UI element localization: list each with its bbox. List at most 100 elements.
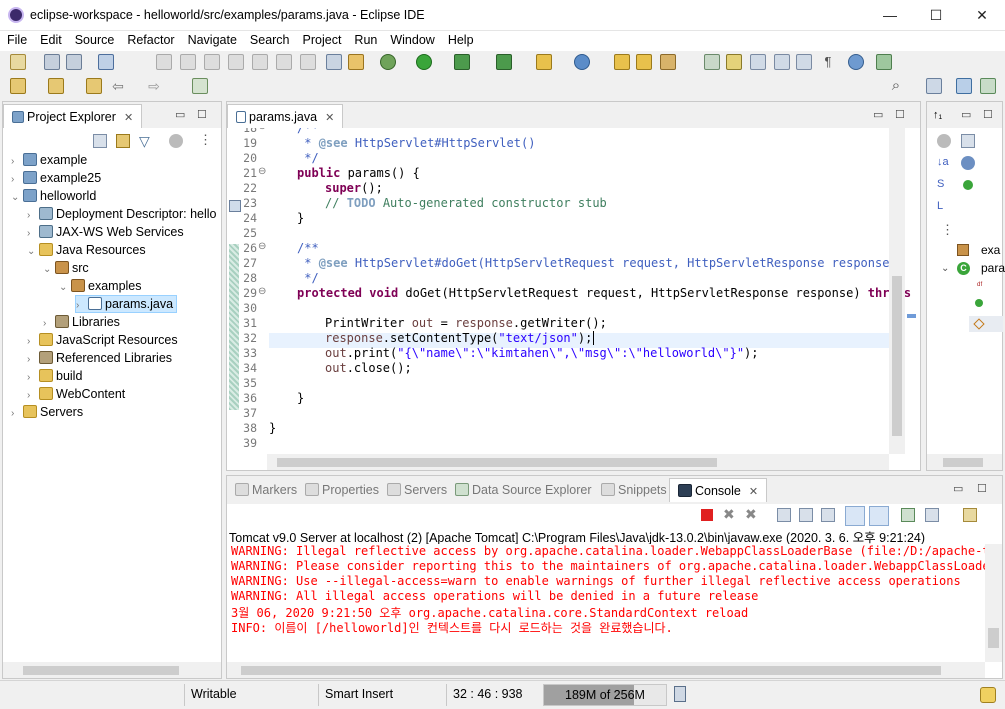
tree-item[interactable]: › Libraries [43,313,120,331]
run-server-icon[interactable] [454,54,470,70]
menu-search[interactable]: Search [243,31,296,47]
next-annotation-icon[interactable] [10,78,26,94]
new-class-icon[interactable] [574,54,590,70]
open-console-icon[interactable] [963,508,977,522]
tree-item[interactable]: › Servers [11,403,83,421]
java-ee-perspective-icon[interactable] [956,78,972,94]
menu-source[interactable]: Source [68,31,121,47]
view-menu-icon[interactable]: ⋮ [941,222,954,238]
last-edit-icon[interactable] [86,78,102,94]
collapse-all-icon[interactable] [961,134,975,148]
chevron-right-icon[interactable]: › [76,298,88,314]
menu-run[interactable]: Run [347,31,383,47]
toggle-mark-occurrences-icon[interactable] [704,54,720,70]
back-arrow-icon[interactable]: ⇦ [110,78,126,94]
tab-outline[interactable]: ↑₁ [927,104,950,128]
disconnect-icon[interactable] [252,54,268,70]
tree-item[interactable]: › JavaScript Resources [27,331,178,349]
maximize-view-icon[interactable]: ☐ [895,108,905,121]
scrollbar-thumb[interactable] [277,458,717,467]
show-console-stderr-icon[interactable] [869,506,889,526]
hide-nonpublic-icon[interactable] [963,180,973,190]
menu-help[interactable]: Help [441,31,480,47]
highlight-icon[interactable] [726,54,742,70]
fold-toggle-icon[interactable]: ⊖ [258,128,266,132]
tab-markers[interactable]: Markers [227,478,305,502]
fold-toggle-icon[interactable]: ⊖ [258,286,266,297]
pin-editor-icon[interactable] [192,78,208,94]
hide-fields-icon[interactable] [961,156,975,170]
minimize-button[interactable]: — [867,0,913,30]
open-task-icon[interactable] [636,54,652,70]
search-tool-icon[interactable] [660,54,676,70]
forward-arrow-icon[interactable]: ⇨ [146,78,162,94]
outline-item-class[interactable]: para [981,261,1005,275]
close-button[interactable]: ✕ [959,0,1005,30]
tree-item[interactable]: › Deployment Descriptor: hello [27,205,217,223]
coverage-icon[interactable] [348,54,364,70]
minimize-view-icon[interactable]: ▭ [873,108,883,121]
run-icon[interactable] [416,54,432,70]
sort-icon[interactable]: ↓a [937,156,949,168]
code-area[interactable]: 18⊖192021⊖2223242526⊖272829⊖303132333435… [227,128,920,454]
tab-snippets[interactable]: Snippets [593,478,675,502]
terminate-icon[interactable] [701,509,713,521]
terminate-icon[interactable] [228,54,244,70]
word-wrap-icon[interactable] [821,508,835,522]
tab-data-source-explorer[interactable]: Data Source Explorer [447,478,600,502]
outline-horizontal-scrollbar[interactable] [927,454,1002,470]
tab-console[interactable]: Console ✕ [669,478,768,502]
close-icon[interactable]: ✕ [124,112,133,124]
tree-item[interactable]: ⌄ examples [59,277,142,295]
menu-window[interactable]: Window [383,31,440,47]
tab-project-explorer[interactable]: Project Explorer ✕ [3,104,143,128]
tree-item[interactable]: › example25 [11,169,101,187]
suspend-icon[interactable] [204,54,220,70]
new-java-project-icon[interactable] [536,54,552,70]
tab-servers[interactable]: Servers [379,478,455,502]
scrollbar-thumb[interactable] [943,458,983,467]
browser-icon[interactable] [848,54,864,70]
garbage-collect-icon[interactable] [674,686,686,702]
search-icon[interactable]: ⌕ [888,78,904,94]
minimize-view-icon[interactable]: ▭ [175,108,185,121]
focus-icon[interactable] [937,134,951,148]
horizontal-scrollbar[interactable] [3,662,221,678]
console-horizontal-scrollbar[interactable] [227,662,985,678]
tab-properties[interactable]: Properties [297,478,387,502]
heap-status[interactable]: 189M of 256M [543,684,667,706]
previous-annotation-icon[interactable] [48,78,64,94]
scrollbar-thumb[interactable] [23,666,179,675]
chevron-down-icon[interactable]: ⌄ [27,243,39,261]
refresh-icon[interactable] [876,54,892,70]
chevron-down-icon[interactable]: ⌄ [59,279,71,297]
block-selection-icon[interactable] [750,54,766,70]
focus-icon[interactable] [169,134,183,148]
close-icon[interactable]: ✕ [749,486,758,498]
fold-toggle-icon[interactable]: ⊖ [258,166,266,177]
debug-icon[interactable] [380,54,396,70]
clear-console-icon[interactable] [777,508,791,522]
maximize-view-icon[interactable]: ☐ [197,108,207,121]
close-icon[interactable]: ✕ [325,112,334,124]
notification-icon[interactable] [980,687,996,703]
hide-static-icon[interactable]: S [937,178,944,190]
remove-launch-icon[interactable]: ✖ [723,506,735,523]
chevron-down-icon[interactable]: ⌄ [941,263,949,274]
menu-refactor[interactable]: Refactor [120,31,180,47]
menu-edit[interactable]: Edit [33,31,68,47]
step-over-icon[interactable] [300,54,316,70]
scrollbar-thumb[interactable] [892,276,902,436]
show-whitespace-icon[interactable] [796,54,812,70]
menu-navigate[interactable]: Navigate [181,31,243,47]
editor-vertical-scrollbar[interactable] [889,128,905,454]
view-menu-icon[interactable]: ⋮ [199,132,212,148]
new-icon[interactable] [10,54,26,70]
maximize-view-icon[interactable]: ☐ [977,482,987,495]
editor-horizontal-scrollbar[interactable] [267,454,889,470]
save-all-icon[interactable] [66,54,82,70]
maximize-button[interactable]: ☐ [913,0,959,30]
chevron-down-icon[interactable]: ⌄ [43,261,55,279]
menu-file[interactable]: File [0,31,33,47]
tree-item[interactable]: › params.java [75,295,178,314]
